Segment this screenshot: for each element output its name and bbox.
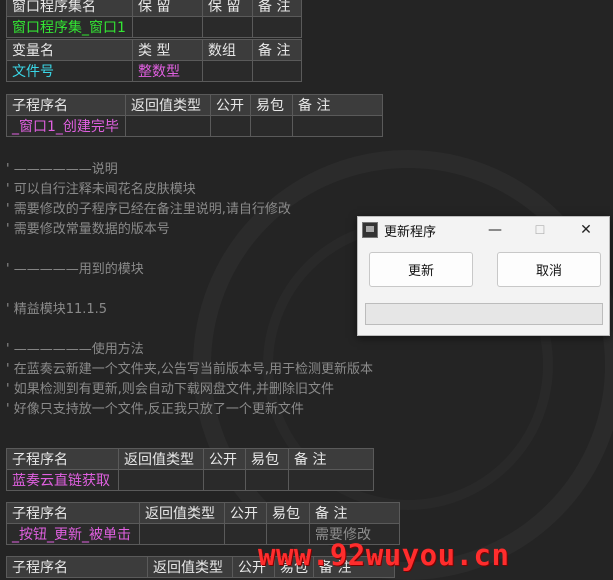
variable-table: 变量名 类 型 数组 备 注 文件号 整数型 bbox=[6, 39, 302, 82]
header-array: 数组 bbox=[202, 39, 253, 61]
header-remark: 备 注 bbox=[252, 0, 302, 17]
header-return-type: 返回值类型 bbox=[125, 94, 211, 116]
comment-line: ' 好像只支持放一个文件,反正我只放了一个更新文件 bbox=[6, 402, 304, 417]
minimize-button[interactable]: — bbox=[473, 217, 517, 243]
header-reserved-2: 保 留 bbox=[202, 0, 253, 17]
remark-cell[interactable] bbox=[288, 469, 374, 491]
download-progress-bar bbox=[365, 303, 603, 325]
cancel-button[interactable]: 取消 bbox=[497, 252, 601, 287]
reserved-cell-2[interactable] bbox=[202, 16, 253, 38]
header-remark: 备 注 bbox=[292, 94, 383, 116]
header-public: 公开 bbox=[210, 94, 251, 116]
header-return-type: 返回值类型 bbox=[118, 448, 204, 470]
header-easy-pack: 易包 bbox=[250, 94, 293, 116]
variable-name-cell[interactable]: 文件号 bbox=[6, 60, 133, 82]
comment-line: ' 可以自行注释未闻花名皮肤模块 bbox=[6, 182, 196, 197]
header-remark: 备 注 bbox=[252, 39, 302, 61]
header-variable-name: 变量名 bbox=[6, 39, 133, 61]
header-public: 公开 bbox=[203, 448, 246, 470]
public-cell[interactable] bbox=[210, 115, 251, 137]
easy-pack-cell[interactable] bbox=[245, 469, 289, 491]
comment-line: ' 需要修改的子程序已经在备注里说明,请自行修改 bbox=[6, 202, 291, 217]
sub-name-cell[interactable]: _窗口1_创建完毕 bbox=[6, 115, 126, 137]
comment-line bbox=[6, 320, 373, 340]
return-type-cell[interactable] bbox=[139, 523, 225, 545]
reserved-cell-1[interactable] bbox=[132, 16, 203, 38]
header-sub-name: 子程序名 bbox=[6, 556, 148, 578]
remark-cell[interactable] bbox=[292, 115, 383, 137]
comment-line: ' ——————使用方法 bbox=[6, 342, 144, 357]
comment-line: ' —————用到的模块 bbox=[6, 262, 144, 277]
variable-array-cell[interactable] bbox=[202, 60, 253, 82]
assembly-name-cell[interactable]: 窗口程序集_窗口1 bbox=[6, 16, 133, 38]
header-return-type: 返回值类型 bbox=[139, 502, 225, 524]
comment-line bbox=[6, 280, 373, 300]
header-easy-pack: 易包 bbox=[266, 502, 310, 524]
return-type-cell[interactable] bbox=[118, 469, 204, 491]
header-remark: 备 注 bbox=[309, 502, 400, 524]
close-button[interactable]: ✕ bbox=[564, 217, 608, 243]
update-dialog: 更新程序 — ☐ ✕ 更新 取消 bbox=[357, 216, 610, 336]
variable-type-cell[interactable]: 整数型 bbox=[132, 60, 203, 82]
comment-line: ' 在蓝奏云新建一个文件夹,公告写当前版本号,用于检测更新版本 bbox=[6, 362, 373, 377]
window-assembly-table: 窗口程序集名 保 留 保 留 备 注 窗口程序集_窗口1 bbox=[6, 0, 302, 38]
subroutine-table-1: 子程序名 返回值类型 公开 易包 备 注 _窗口1_创建完毕 bbox=[6, 94, 383, 137]
return-type-cell[interactable] bbox=[125, 115, 211, 137]
header-assembly-name: 窗口程序集名 bbox=[6, 0, 133, 17]
sub-name-cell[interactable]: _按钮_更新_被单击 bbox=[6, 523, 140, 545]
header-easy-pack: 易包 bbox=[245, 448, 289, 470]
header-return-type: 返回值类型 bbox=[147, 556, 233, 578]
header-public: 公开 bbox=[224, 502, 267, 524]
app-icon bbox=[362, 222, 378, 238]
header-sub-name: 子程序名 bbox=[6, 448, 119, 470]
dialog-title: 更新程序 bbox=[384, 224, 437, 240]
public-cell[interactable] bbox=[203, 469, 246, 491]
header-sub-name: 子程序名 bbox=[6, 94, 126, 116]
comment-line: ' 需要修改常量数据的版本号 bbox=[6, 222, 170, 237]
header-remark: 备 注 bbox=[288, 448, 374, 470]
subroutine-table-2: 子程序名 返回值类型 公开 易包 备 注 蓝奏云直链获取 bbox=[6, 448, 374, 491]
header-type: 类 型 bbox=[132, 39, 203, 61]
comment-line bbox=[6, 240, 373, 260]
watermark-text: www.92wuyou.cn bbox=[258, 538, 510, 572]
remark-cell[interactable] bbox=[252, 16, 302, 38]
update-button[interactable]: 更新 bbox=[369, 252, 473, 287]
comment-line: ' 如果检测到有更新,则会自动下载网盘文件,并删除旧文件 bbox=[6, 382, 334, 397]
sub-name-cell[interactable]: 蓝奏云直链获取 bbox=[6, 469, 119, 491]
dialog-title-bar[interactable]: 更新程序 — ☐ ✕ bbox=[358, 217, 609, 243]
header-reserved-1: 保 留 bbox=[132, 0, 203, 17]
variable-remark-cell[interactable] bbox=[252, 60, 302, 82]
comment-line: ' 精益模块11.1.5 bbox=[6, 302, 108, 317]
easy-pack-cell[interactable] bbox=[250, 115, 293, 137]
header-sub-name: 子程序名 bbox=[6, 502, 140, 524]
comment-line: ' ——————说明 bbox=[6, 162, 118, 177]
maximize-button[interactable]: ☐ bbox=[518, 217, 562, 243]
code-comments: ' ——————说明 ' 可以自行注释未闻花名皮肤模块 ' 需要修改的子程序已经… bbox=[6, 160, 373, 420]
